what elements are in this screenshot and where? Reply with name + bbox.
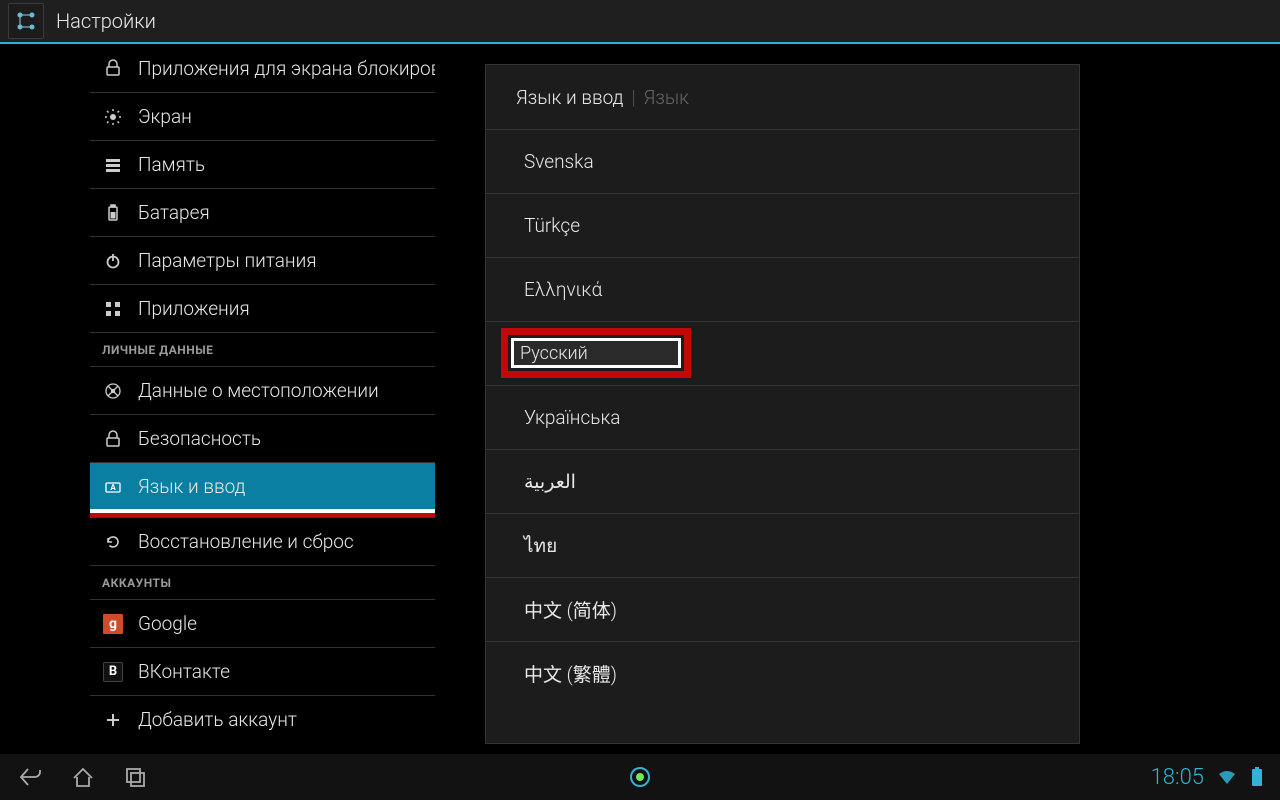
sidebar-section-accounts: АККАУНТЫ bbox=[90, 565, 435, 599]
breadcrumb-secondary: Язык bbox=[644, 86, 689, 109]
wifi-icon bbox=[1216, 766, 1238, 788]
sidebar: Приложения для экрана блокировки Экран П… bbox=[0, 44, 435, 754]
plus-icon bbox=[102, 709, 124, 731]
language-item-chinese-simplified[interactable]: 中文 (简体) bbox=[486, 577, 1079, 641]
sidebar-item-label: Параметры питания bbox=[138, 249, 317, 272]
page-title: Настройки bbox=[56, 9, 156, 33]
navigation-bar: 18:05 bbox=[0, 754, 1280, 800]
sidebar-item-label: Приложения bbox=[138, 297, 250, 320]
sidebar-item-add-account[interactable]: Добавить аккаунт bbox=[90, 695, 435, 743]
sidebar-item-backup-reset[interactable]: Восстановление и сброс bbox=[90, 517, 435, 565]
lock-icon bbox=[102, 428, 124, 450]
sidebar-item-label: Добавить аккаунт bbox=[138, 708, 297, 731]
language-item-chinese-traditional[interactable]: 中文 (繁體) bbox=[486, 641, 1079, 705]
nav-center-indicator[interactable] bbox=[628, 765, 652, 789]
annotation-highlight-inner: Русский bbox=[511, 338, 681, 368]
app-body: Приложения для экрана блокировки Экран П… bbox=[0, 44, 1280, 754]
google-icon: g bbox=[102, 613, 124, 635]
language-list[interactable]: Svenska Türkçe Ελληνικά Русский Українсь… bbox=[486, 129, 1079, 743]
sidebar-item-label: Память bbox=[138, 153, 205, 176]
sidebar-item-label: Батарея bbox=[138, 201, 210, 224]
battery-status-icon bbox=[1250, 766, 1264, 788]
sidebar-item-google[interactable]: g Google bbox=[90, 599, 435, 647]
sidebar-item-label: Восстановление и сброс bbox=[138, 530, 354, 553]
breadcrumb-separator: | bbox=[631, 86, 635, 109]
sidebar-item-power[interactable]: Параметры питания bbox=[90, 236, 435, 284]
titlebar: Настройки bbox=[0, 0, 1280, 44]
brightness-icon bbox=[102, 106, 124, 128]
location-icon bbox=[102, 380, 124, 402]
language-item-russian[interactable]: Русский bbox=[486, 321, 1079, 385]
lock-icon bbox=[102, 57, 124, 79]
apps-icon bbox=[102, 298, 124, 320]
home-button[interactable] bbox=[68, 762, 98, 792]
storage-icon bbox=[102, 154, 124, 176]
language-panel: Язык и ввод | Язык Svenska Türkçe Ελληνι… bbox=[485, 64, 1080, 744]
language-item-arabic[interactable]: العربية bbox=[486, 449, 1079, 513]
settings-icon bbox=[8, 3, 44, 39]
sidebar-item-label: Безопасность bbox=[138, 427, 261, 450]
language-item-turkce[interactable]: Türkçe bbox=[486, 193, 1079, 257]
sidebar-item-language-input[interactable]: A Язык и ввод bbox=[90, 462, 435, 510]
sidebar-item-battery[interactable]: Батарея bbox=[90, 188, 435, 236]
reset-icon bbox=[102, 531, 124, 553]
main-area: Язык и ввод | Язык Svenska Türkçe Ελληνι… bbox=[435, 44, 1280, 754]
sidebar-item-label: Экран bbox=[138, 105, 192, 128]
sidebar-item-security[interactable]: Безопасность bbox=[90, 414, 435, 462]
sidebar-item-vk[interactable]: В ВКонтакте bbox=[90, 647, 435, 695]
sidebar-item-label: ВКонтакте bbox=[138, 660, 230, 683]
power-icon bbox=[102, 250, 124, 272]
sidebar-item-location[interactable]: Данные о местоположении bbox=[90, 366, 435, 414]
back-button[interactable] bbox=[16, 762, 46, 792]
language-item-ukrainian[interactable]: Українська bbox=[486, 385, 1079, 449]
language-item-greek[interactable]: Ελληνικά bbox=[486, 257, 1079, 321]
battery-icon bbox=[102, 202, 124, 224]
breadcrumb-primary: Язык и ввод bbox=[516, 86, 623, 109]
language-item-thai[interactable]: ไทย bbox=[486, 513, 1079, 577]
vk-icon: В bbox=[102, 661, 124, 683]
breadcrumb: Язык и ввод | Язык bbox=[486, 65, 1079, 129]
sidebar-item-apps[interactable]: Приложения bbox=[90, 284, 435, 332]
status-clock: 18:05 bbox=[1151, 765, 1204, 790]
sidebar-item-label: Google bbox=[138, 612, 197, 635]
language-item-svenska[interactable]: Svenska bbox=[486, 129, 1079, 193]
recent-apps-button[interactable] bbox=[120, 762, 150, 792]
sidebar-item-lockscreen-apps[interactable]: Приложения для экрана блокировки bbox=[90, 44, 435, 92]
sidebar-item-label: Данные о местоположении bbox=[138, 379, 379, 402]
sidebar-item-label: Язык и ввод bbox=[138, 475, 245, 498]
sidebar-item-label: Приложения для экрана блокировки bbox=[138, 57, 435, 80]
sidebar-item-display[interactable]: Экран bbox=[90, 92, 435, 140]
sidebar-section-personal: ЛИЧНЫЕ ДАННЫЕ bbox=[90, 332, 435, 366]
sidebar-item-storage[interactable]: Память bbox=[90, 140, 435, 188]
svg-text:A: A bbox=[110, 483, 116, 492]
keyboard-icon: A bbox=[102, 476, 124, 498]
